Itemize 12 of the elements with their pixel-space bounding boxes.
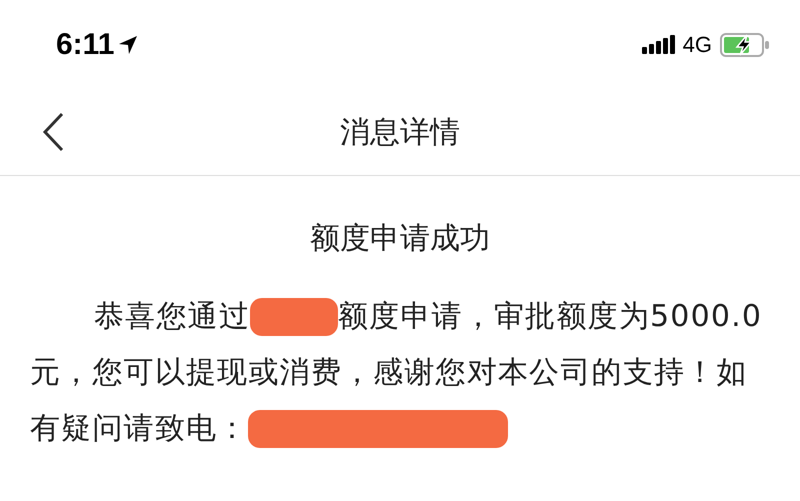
network-label: 4G <box>682 32 712 58</box>
back-icon[interactable] <box>42 112 64 152</box>
location-arrow-icon <box>118 35 138 55</box>
message-text: 有疑问请致电： <box>30 410 248 448</box>
battery-charging-icon <box>720 33 770 57</box>
status-time: 6:11 <box>56 28 114 62</box>
message-title: 额度申请成功 <box>309 220 491 258</box>
signal-icon <box>642 35 675 55</box>
page-title: 消息详情 <box>340 114 460 152</box>
message-text: 恭喜您通过 <box>94 298 250 336</box>
message-text: 额度申请，审批额度为5000.0 <box>338 298 762 336</box>
message-text: 元，您可以提现或消费，感谢您对本公司的支持！如 <box>30 354 748 392</box>
